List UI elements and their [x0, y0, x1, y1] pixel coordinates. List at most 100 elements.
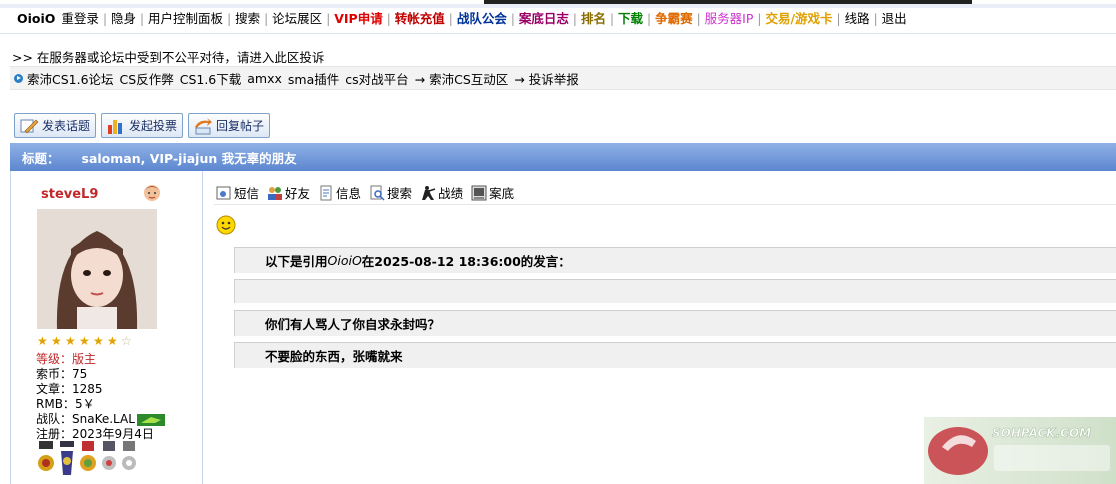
crumb-anticheat[interactable]: CS反作弊: [120, 69, 174, 88]
record-label: 战绩: [438, 186, 464, 201]
friend-label: 好友: [285, 186, 311, 201]
quote-middle: 在2025-08-12 18:36:00的发言：: [361, 254, 571, 269]
nav-item[interactable]: 转帐充值: [392, 11, 448, 27]
new-topic-button[interactable]: 发表话题: [14, 113, 97, 138]
quote-line-1: 你们有人骂人了你自求永封吗？: [234, 310, 1116, 336]
nav-item[interactable]: 下载: [615, 11, 646, 27]
nav-item[interactable]: 案底日志: [516, 11, 572, 27]
rmb-value: 5￥: [74, 397, 95, 411]
star-filled-icon: ★: [65, 334, 76, 348]
coins-value: 75: [72, 367, 88, 381]
coins-label: 索币：: [36, 367, 73, 381]
quote-prefix: 以下是引用: [265, 254, 328, 269]
author-avatar: [37, 209, 157, 329]
posts-value: 1285: [72, 382, 103, 396]
search-label: 搜索: [387, 186, 413, 201]
reply-button[interactable]: 回复帖子: [188, 113, 271, 138]
star-empty-icon: ☆: [121, 334, 132, 348]
watermark-logo-icon: SOHPACK.COM: [928, 426, 1110, 475]
rank-value: 版主: [72, 352, 97, 366]
team-label: 战队：: [36, 412, 73, 426]
medal-row: [36, 441, 138, 477]
actions-divider: [214, 204, 1116, 205]
crumb-forum[interactable]: 索沛CS1.6论坛: [27, 69, 114, 88]
info-label: 信息: [336, 186, 362, 201]
posts-label: 文章：: [36, 382, 73, 396]
post-button-row: 发表话题 发起投票 回复帖子: [14, 113, 271, 138]
message-icon: [216, 186, 231, 199]
site-watermark-logo: SOHPACK.COM: [924, 417, 1116, 484]
reply-icon: [195, 117, 213, 134]
nav-item[interactable]: 战队公会: [454, 11, 510, 27]
crumb-platform[interactable]: cs对战平台: [345, 69, 408, 88]
avatar-portrait-icon: [37, 209, 157, 329]
crumb-download[interactable]: CS1.6下载: [180, 69, 242, 88]
document-icon: [320, 185, 332, 200]
author-name[interactable]: steveL9: [41, 187, 98, 202]
author-stars: ★ ★ ★ ★ ★ ★ ☆: [37, 335, 134, 347]
rank-label: 等级：: [36, 352, 73, 366]
nav-item[interactable]: 交易/游戏卡: [762, 11, 835, 27]
message-action[interactable]: 短信: [216, 183, 259, 202]
star-filled-icon: ★: [79, 334, 90, 348]
quote-empty-line: [234, 279, 1116, 303]
reply-label: 回复帖子: [216, 119, 265, 133]
star-filled-icon: ★: [107, 334, 118, 348]
medal-gold-icon: [80, 441, 96, 471]
thread-title: saloman, VIP-jiajun 我无辜的朋友: [81, 150, 297, 166]
bar-chart-icon: [108, 119, 123, 134]
joined-value: 2023年9月4日: [72, 427, 154, 441]
search-action[interactable]: 搜索: [369, 183, 412, 202]
reply-line-text: 不要脸的东西，张嘴就来: [265, 349, 403, 364]
smiley-icon: [216, 215, 236, 235]
star-filled-icon: ★: [93, 334, 104, 348]
nav-brand[interactable]: OioiO: [14, 11, 58, 27]
medal-soldier-icon: [60, 441, 74, 475]
crumb-sma[interactable]: sma插件: [288, 69, 339, 88]
nav-item[interactable]: 服务器IP: [702, 11, 757, 27]
nav-item[interactable]: 争霸赛: [652, 11, 696, 27]
breadcrumb: 索沛CS1.6论坛 CS反作弊 CS1.6下载 amxx sma插件 cs对战平…: [10, 66, 1116, 90]
case-action[interactable]: 案底: [471, 183, 514, 202]
reply-line: 不要脸的东西，张嘴就来: [234, 342, 1116, 368]
medal-ribbon-icon: [102, 441, 116, 470]
watermark-text: SOHPACK.COM: [992, 426, 1091, 440]
medal-silver-icon: [122, 441, 136, 470]
medal-crown-icon: [38, 441, 54, 471]
nav-item[interactable]: 线路: [842, 11, 873, 27]
new-poll-button[interactable]: 发起投票: [101, 113, 184, 138]
message-label: 短信: [234, 186, 260, 201]
star-filled-icon: ★: [51, 334, 62, 348]
joined-label: 注册：: [36, 427, 73, 441]
quote-line-1-text: 你们有人骂人了你自求永封吗？: [265, 317, 441, 332]
quote-user[interactable]: OioiO: [328, 253, 362, 268]
crumb-complaint[interactable]: → 投诉举报: [514, 69, 578, 88]
record-action[interactable]: 战绩: [420, 183, 463, 202]
soldier-icon: [422, 185, 436, 200]
nav-item[interactable]: 重登录: [58, 11, 102, 27]
crumb-interact[interactable]: → 索沛CS互动区: [415, 69, 509, 88]
pencil-icon: [20, 119, 39, 133]
nav-item[interactable]: 论坛展区: [269, 11, 325, 27]
author-actions: 短信 好友 信息 搜索 战绩 案底: [216, 183, 514, 202]
nav-item[interactable]: 用户控制面板: [145, 11, 226, 27]
nav-item[interactable]: 搜索: [232, 11, 263, 27]
nav-item[interactable]: 排名: [578, 11, 609, 27]
team-badge-icon: [136, 413, 165, 426]
quote-header: 以下是引用 OioiO 在2025-08-12 18:36:00的发言：: [234, 247, 1116, 273]
case-label: 案底: [489, 186, 515, 201]
crumb-amxx[interactable]: amxx: [247, 71, 282, 86]
top-blue-strip: [0, 4, 1116, 8]
team-value[interactable]: SnaKe.LAL: [72, 412, 135, 427]
nav-item[interactable]: VIP申请: [331, 11, 386, 27]
case-file-icon: [471, 185, 487, 200]
friend-action[interactable]: 好友: [267, 183, 310, 202]
thread-title-label: 标题：: [22, 150, 60, 166]
rmb-label: RMB：: [36, 397, 75, 411]
nav-item[interactable]: 隐身: [108, 11, 139, 27]
thread-title-bar: 标题： saloman, VIP-jiajun 我无辜的朋友: [10, 143, 1116, 171]
new-topic-label: 发表话题: [42, 119, 91, 133]
nav-item[interactable]: 退出: [879, 11, 910, 27]
male-avatar-icon: [144, 185, 160, 201]
info-action[interactable]: 信息: [318, 183, 361, 202]
